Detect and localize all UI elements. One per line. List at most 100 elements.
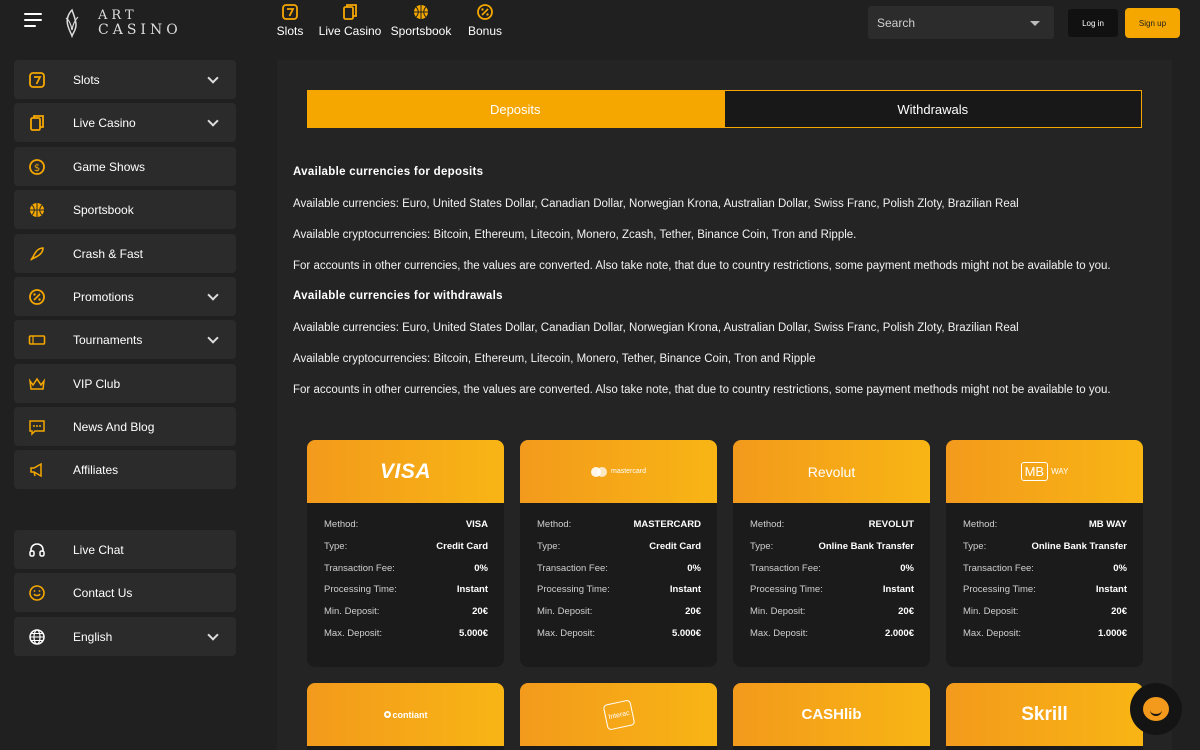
sidebar-item-vip-club[interactable]: VIP Club: [14, 364, 236, 403]
withdrawals-currencies-text: Available currencies: Euro, United State…: [293, 322, 1019, 334]
chevron-down-icon[interactable]: [207, 628, 219, 641]
withdrawals-note-text: For accounts in other currencies, the va…: [293, 384, 1111, 396]
top-header: ART CASINO Slots Live Casino Sportsbook …: [0, 0, 1200, 46]
card-banner: CASHlib: [733, 683, 930, 746]
topnav-live-casino[interactable]: Live Casino: [318, 3, 382, 38]
crown-icon: [28, 375, 46, 393]
live-chat-launcher-button[interactable]: [1130, 683, 1182, 735]
cashlib-logo: CASHlib: [801, 706, 862, 723]
signup-button[interactable]: Sign up: [1125, 8, 1180, 38]
interac-logo: Interac: [602, 698, 635, 731]
chevron-down-icon[interactable]: [207, 71, 219, 84]
payment-tabs: Deposits Withdrawals: [307, 90, 1142, 128]
topnav-bonus[interactable]: Bonus: [460, 3, 510, 38]
megaphone-icon: [28, 461, 46, 479]
seven-icon: [282, 4, 298, 20]
sidebar-item-label: English: [73, 629, 113, 644]
search-dropdown[interactable]: [868, 6, 1054, 39]
sidebar-item-crash-fast[interactable]: Crash & Fast: [14, 234, 236, 273]
topnav-slots[interactable]: Slots: [270, 3, 310, 38]
payment-card-interac[interactable]: Interac: [520, 683, 717, 750]
payment-card-mbway[interactable]: MB WAY Method: MB WAY Type: Online Bank Tra…: [946, 440, 1143, 667]
card-row-time: Processing Time: Instant: [324, 584, 488, 596]
sidebar-item-label: Crash & Fast: [73, 246, 144, 261]
sidebar-item-language[interactable]: English: [14, 617, 236, 656]
sidebar-item-label: Live Chat: [73, 542, 124, 557]
globe-icon: [28, 628, 46, 646]
card-row-method: Method: VISA: [324, 519, 488, 531]
payment-card-visa[interactable]: VISA Method: VISA Type: Credit Card Transa…: [307, 440, 504, 667]
chevron-down-icon[interactable]: [207, 288, 219, 301]
payment-card-contiant[interactable]: contiant: [307, 683, 504, 750]
card-banner: mastercard: [520, 440, 717, 503]
skrill-logo: Skrill: [1021, 703, 1068, 725]
chevron-down-icon[interactable]: [207, 114, 219, 127]
deposits-heading: Available currencies for deposits: [293, 166, 484, 178]
card-banner: Skrill: [946, 683, 1143, 746]
payments-panel: Deposits Withdrawals Available currencie…: [277, 60, 1172, 750]
sidebar-item-tournaments[interactable]: Tournaments: [14, 320, 236, 359]
card-banner: MB WAY: [946, 440, 1143, 503]
cards-icon: [28, 114, 46, 132]
percent-icon: [477, 4, 493, 20]
card-row-time: Processing Time: Instant: [963, 584, 1127, 596]
payment-card-mastercard[interactable]: mastercard Method: MASTERCARD Type: Credit…: [520, 440, 717, 667]
payment-card-cashlib[interactable]: CASHlib: [733, 683, 930, 750]
card-row-method: Method: REVOLUT: [750, 519, 914, 531]
card-row-time: Processing Time: Instant: [750, 584, 914, 596]
sidebar-item-label: Live Casino: [73, 115, 136, 130]
contiant-logo: contiant: [383, 710, 428, 720]
sidebar-item-label: VIP Club: [73, 376, 121, 391]
seven-icon: [28, 71, 46, 89]
sidebar-item-sportsbook[interactable]: Sportsbook: [14, 190, 236, 229]
payment-card-revolut[interactable]: Revolut Method: REVOLUT Type: Online Bank …: [733, 440, 930, 667]
sidebar-item-label: Affiliates: [73, 462, 119, 477]
logo-text-line1: ART: [98, 8, 138, 23]
peacock-logo-icon: [65, 8, 79, 38]
percent-icon: [28, 288, 46, 306]
topnav-live-casino-label: Live Casino: [318, 24, 382, 38]
sidebar-item-live-chat[interactable]: Live Chat: [14, 530, 236, 569]
card-row-method: Method: MB WAY: [963, 519, 1127, 531]
sidebar-item-label: Slots: [73, 72, 100, 87]
sidebar-item-slots[interactable]: Slots: [14, 60, 236, 99]
card-row-max: Max. Deposit: 1.000€: [963, 627, 1127, 639]
sidebar-item-news-blog[interactable]: News And Blog: [14, 407, 236, 446]
card-row-min: Min. Deposit: 20€: [963, 606, 1127, 618]
ticket-icon: [28, 331, 46, 349]
withdrawals-heading: Available currencies for withdrawals: [293, 290, 503, 302]
sidebar-item-promotions[interactable]: Promotions: [14, 277, 236, 316]
site-logo[interactable]: ART CASINO: [62, 6, 182, 40]
chevron-down-icon[interactable]: [1030, 21, 1040, 26]
topnav-sportsbook[interactable]: Sportsbook: [390, 3, 452, 38]
sidebar-item-game-shows[interactable]: $ Game Shows: [14, 147, 236, 186]
card-row-min: Min. Deposit: 20€: [324, 606, 488, 618]
basketball-icon: [28, 201, 46, 219]
card-row-type: Type: Credit Card: [324, 541, 488, 553]
hamburger-menu-icon[interactable]: [24, 13, 42, 29]
search-input[interactable]: [868, 6, 1018, 39]
currency-info: Available currencies for deposits Availa…: [293, 166, 1153, 414]
card-row-fee: Transaction Fee: 0%: [963, 562, 1127, 574]
sidebar-item-contact-us[interactable]: Contact Us: [14, 573, 236, 612]
card-banner: Revolut: [733, 440, 930, 503]
payment-card-skrill[interactable]: Skrill: [946, 683, 1143, 750]
tab-deposits[interactable]: Deposits: [307, 90, 724, 128]
mastercard-logo: mastercard: [590, 466, 646, 477]
mbway-logo: MB WAY: [1020, 462, 1068, 481]
sidebar: Slots Live Casino $ Game Shows Sportsboo…: [0, 46, 250, 750]
topnav-slots-label: Slots: [276, 24, 304, 38]
topnav-bonus-label: Bonus: [467, 24, 503, 38]
sidebar-item-label: Game Shows: [73, 159, 146, 174]
chevron-down-icon[interactable]: [207, 331, 219, 344]
login-button[interactable]: Log in: [1068, 9, 1118, 37]
tab-withdrawals[interactable]: Withdrawals: [723, 90, 1142, 128]
card-banner: contiant: [307, 683, 504, 746]
sidebar-item-live-casino[interactable]: Live Casino: [14, 103, 236, 142]
sidebar-item-label: Sportsbook: [73, 202, 134, 217]
sidebar-item-label: Tournaments: [73, 332, 143, 347]
cards-icon: [343, 4, 357, 20]
sidebar-item-affiliates[interactable]: Affiliates: [14, 450, 236, 489]
smile-chat-icon: [28, 584, 46, 602]
card-row-max: Max. Deposit: 5.000€: [537, 627, 701, 639]
